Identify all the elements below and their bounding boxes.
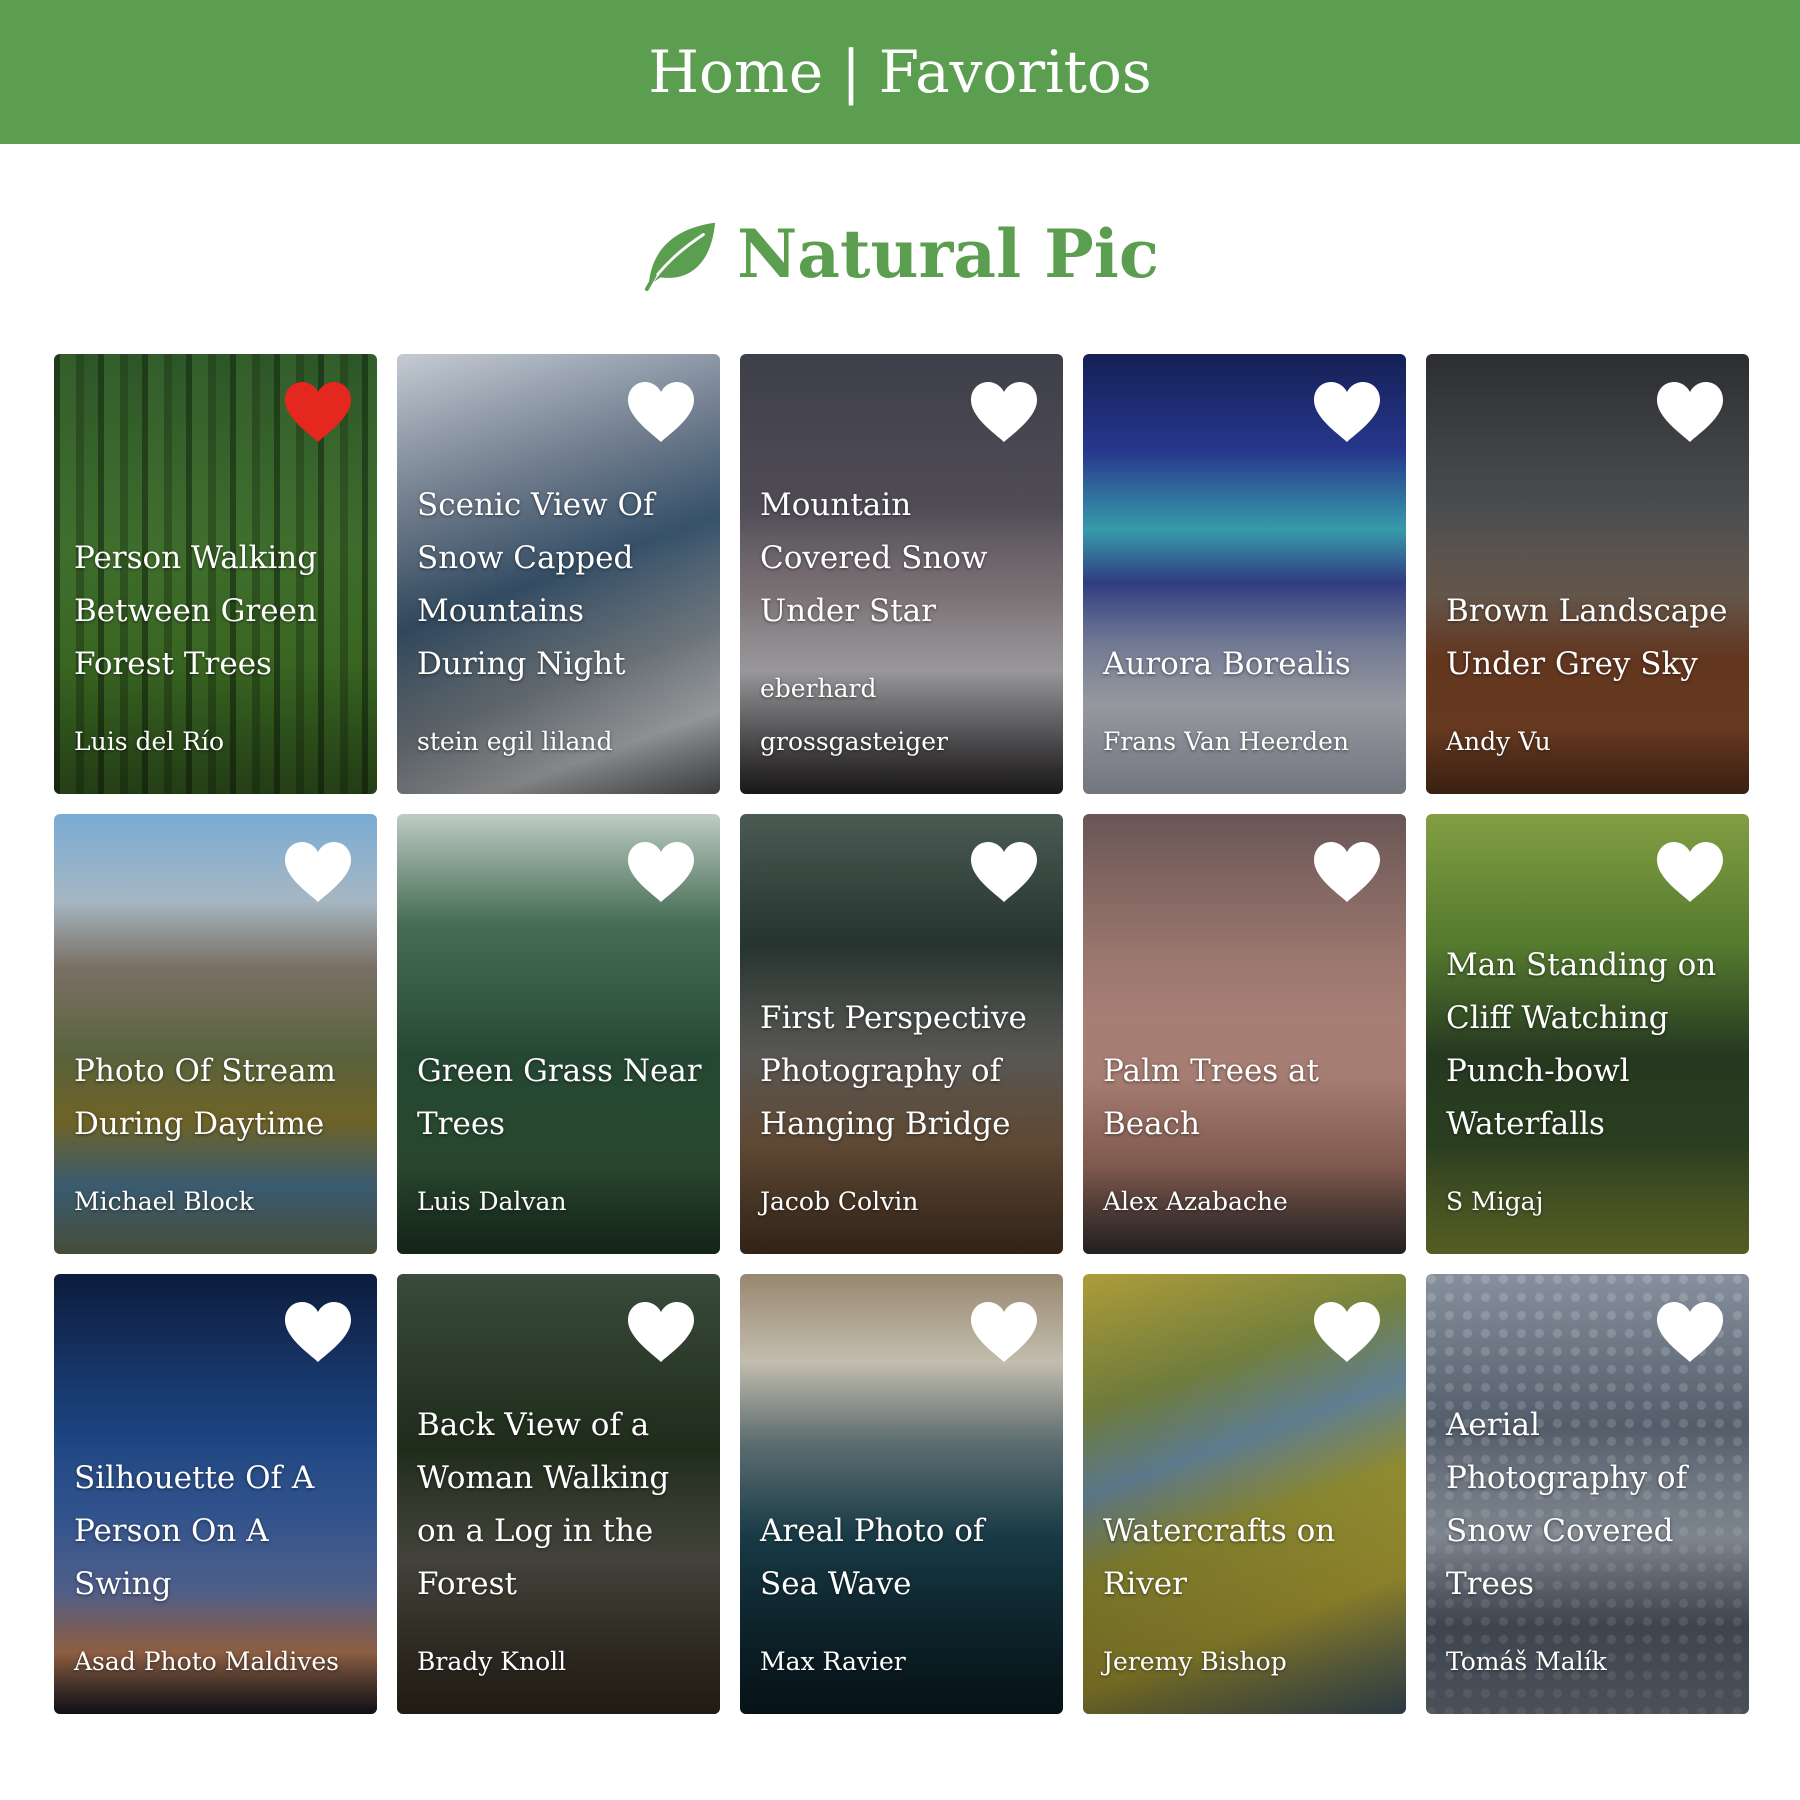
photo-info: Palm Trees at Beach Alex Azabache	[1103, 1045, 1388, 1228]
photo-card[interactable]: Back View of a Woman Walking on a Log in…	[397, 1274, 720, 1714]
photo-title: Palm Trees at Beach	[1103, 1053, 1320, 1142]
photo-info: Silhouette Of A Person On A Swing Asad Ph…	[74, 1452, 359, 1688]
nav-favorites-link[interactable]: Favoritos	[879, 38, 1152, 106]
photo-card[interactable]: First Perspective Photography of Hanging…	[740, 814, 1063, 1254]
photo-author: stein egil liland	[417, 727, 613, 756]
nav-separator: |	[841, 38, 861, 106]
photo-card[interactable]: Mountain Covered Snow Under Star eberhard…	[740, 354, 1063, 794]
favorite-heart-icon[interactable]	[283, 1300, 353, 1364]
photo-author: Max Ravier	[760, 1647, 906, 1676]
favorite-heart-icon[interactable]	[969, 380, 1039, 444]
photo-card[interactable]: Brown Landscape Under Grey Sky Andy Vu	[1426, 354, 1749, 794]
photo-info: First Perspective Photography of Hanging…	[760, 992, 1045, 1228]
favorite-heart-icon[interactable]	[626, 380, 696, 444]
photo-card[interactable]: Green Grass Near Trees Luis Dalvan	[397, 814, 720, 1254]
photo-card[interactable]: Watercrafts on River Jeremy Bishop	[1083, 1274, 1406, 1714]
photo-card[interactable]: Palm Trees at Beach Alex Azabache	[1083, 814, 1406, 1254]
photo-info: Aurora Borealis Frans Van Heerden	[1103, 638, 1388, 768]
photo-card[interactable]: Areal Photo of Sea Wave Max Ravier	[740, 1274, 1063, 1714]
favorite-heart-icon[interactable]	[1312, 380, 1382, 444]
photo-title: First Perspective Photography of Hanging…	[760, 1000, 1027, 1142]
photo-title: Brown Landscape Under Grey Sky	[1446, 593, 1728, 682]
photo-card[interactable]: Aerial Photography of Snow Covered Trees…	[1426, 1274, 1749, 1714]
photo-grid: Person Walking Between Green Forest Tree…	[54, 354, 1750, 1714]
leaf-icon	[644, 222, 716, 292]
favorite-heart-icon[interactable]	[283, 380, 353, 444]
photo-info: Watercrafts on River Jeremy Bishop	[1103, 1505, 1388, 1688]
favorite-heart-icon[interactable]	[969, 840, 1039, 904]
page-title: Natural Pic	[736, 215, 1160, 293]
favorite-heart-icon[interactable]	[969, 1300, 1039, 1364]
photo-card[interactable]: Person Walking Between Green Forest Tree…	[54, 354, 377, 794]
photo-info: Brown Landscape Under Grey Sky Andy Vu	[1446, 585, 1731, 768]
favorite-heart-icon[interactable]	[1312, 1300, 1382, 1364]
photo-author: Luis del Río	[74, 727, 225, 756]
photo-info: Mountain Covered Snow Under Star eberhard…	[760, 479, 1045, 768]
photo-info: Areal Photo of Sea Wave Max Ravier	[760, 1505, 1045, 1688]
photo-author: Jacob Colvin	[760, 1187, 919, 1216]
photo-author: Luis Dalvan	[417, 1187, 567, 1216]
brand-header: Natural Pic	[0, 204, 1800, 304]
photo-author: Jeremy Bishop	[1103, 1647, 1287, 1676]
favorite-heart-icon[interactable]	[1655, 380, 1725, 444]
photo-card[interactable]: Scenic View Of Snow Capped Mountains Dur…	[397, 354, 720, 794]
photo-info: Aerial Photography of Snow Covered Trees…	[1446, 1399, 1731, 1688]
photo-title: Mountain Covered Snow Under Star	[760, 487, 988, 629]
photo-title: Aurora Borealis	[1103, 646, 1351, 682]
photo-title: Silhouette Of A Person On A Swing	[74, 1460, 315, 1602]
photo-author: Michael Block	[74, 1187, 254, 1216]
photo-info: Man Standing on Cliff Watching Punch-bow…	[1446, 939, 1731, 1228]
photo-title: Scenic View Of Snow Capped Mountains Dur…	[417, 487, 655, 682]
photo-info: Green Grass Near Trees Luis Dalvan	[417, 1045, 702, 1228]
photo-card[interactable]: Man Standing on Cliff Watching Punch-bow…	[1426, 814, 1749, 1254]
favorite-heart-icon[interactable]	[283, 840, 353, 904]
photo-author: Asad Photo Maldives	[74, 1647, 340, 1676]
photo-card[interactable]: Aurora Borealis Frans Van Heerden	[1083, 354, 1406, 794]
photo-title: Man Standing on Cliff Watching Punch-bow…	[1446, 947, 1717, 1142]
photo-info: Back View of a Woman Walking on a Log in…	[417, 1399, 702, 1688]
favorite-heart-icon[interactable]	[1655, 1300, 1725, 1364]
photo-author: S Migaj	[1446, 1187, 1544, 1216]
photo-author: eberhard grossgasteiger	[760, 674, 948, 756]
favorite-heart-icon[interactable]	[626, 1300, 696, 1364]
photo-author: Alex Azabache	[1103, 1187, 1288, 1216]
photo-author: Frans Van Heerden	[1103, 727, 1350, 756]
photo-title: Person Walking Between Green Forest Tree…	[74, 540, 318, 682]
favorite-heart-icon[interactable]	[1312, 840, 1382, 904]
photo-title: Watercrafts on River	[1103, 1513, 1336, 1602]
photo-author: Andy Vu	[1446, 727, 1551, 756]
favorite-heart-icon[interactable]	[626, 840, 696, 904]
photo-title: Photo Of Stream During Daytime	[74, 1053, 336, 1142]
photo-title: Aerial Photography of Snow Covered Trees	[1446, 1407, 1688, 1602]
photo-info: Scenic View Of Snow Capped Mountains Dur…	[417, 479, 702, 768]
photo-card[interactable]: Silhouette Of A Person On A Swing Asad Ph…	[54, 1274, 377, 1714]
photo-author: Brady Knoll	[417, 1647, 567, 1676]
top-nav-bar: Home | Favoritos	[0, 0, 1800, 144]
photo-title: Areal Photo of Sea Wave	[760, 1513, 985, 1602]
nav-home-link[interactable]: Home	[648, 38, 823, 106]
photo-info: Person Walking Between Green Forest Tree…	[74, 532, 359, 768]
photo-card[interactable]: Photo Of Stream During Daytime Michael Bl…	[54, 814, 377, 1254]
favorite-heart-icon[interactable]	[1655, 840, 1725, 904]
photo-title: Back View of a Woman Walking on a Log in…	[417, 1407, 670, 1602]
photo-info: Photo Of Stream During Daytime Michael Bl…	[74, 1045, 359, 1228]
photo-title: Green Grass Near Trees	[417, 1053, 702, 1142]
photo-author: Tomáš Malík	[1446, 1647, 1607, 1676]
